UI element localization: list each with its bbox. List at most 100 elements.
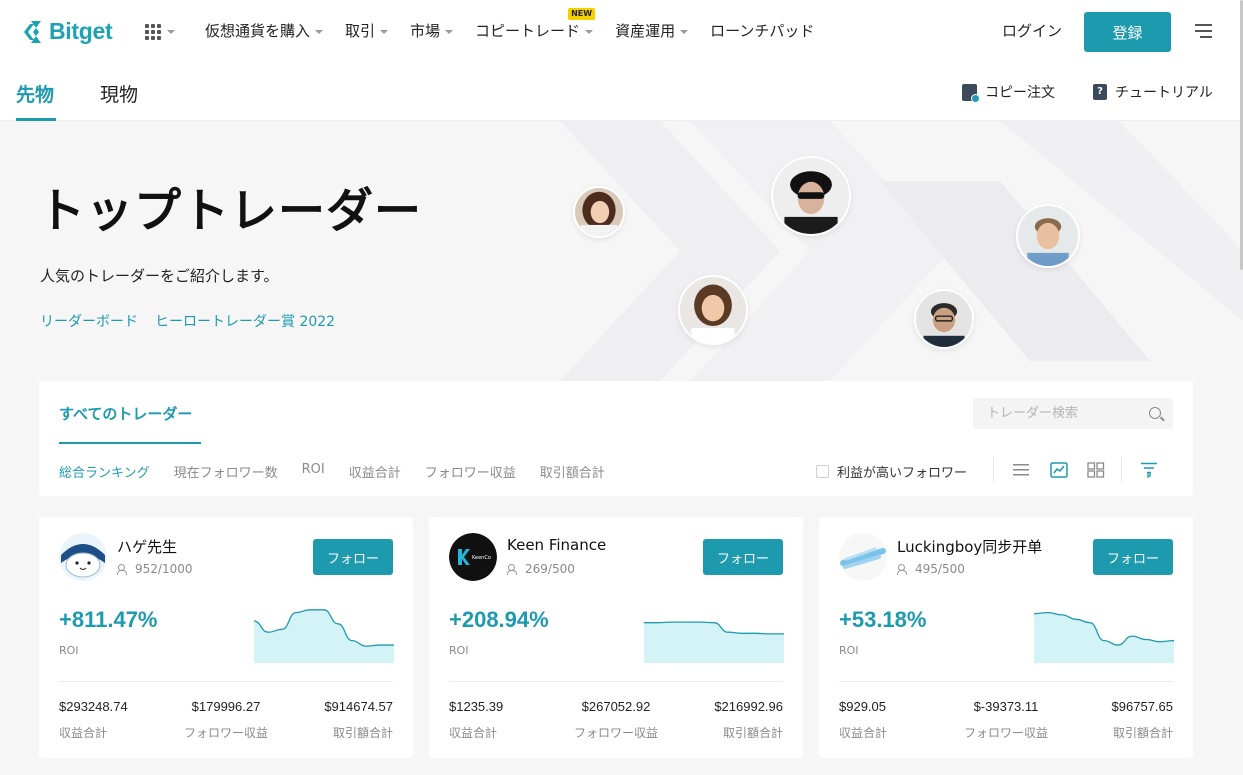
trading-volume-value: $914674.57 (324, 699, 393, 714)
divider (993, 458, 994, 482)
high-profit-followers-filter[interactable]: 利益が高いフォロワー (816, 462, 967, 481)
chevron-down-icon (380, 30, 389, 34)
login-link[interactable]: ログイン (1002, 20, 1062, 41)
sort-options: 総合ランキング 現在フォロワー数 ROI 収益合計 フォロワー収益 取引額合計 (59, 462, 629, 481)
follow-button[interactable]: フォロー (313, 539, 393, 575)
sort-overall-ranking[interactable]: 総合ランキング (59, 462, 150, 481)
nav-label: コピートレード (475, 22, 581, 40)
chevron-down-icon (167, 30, 175, 34)
trader-portrait-avatar (1016, 204, 1080, 268)
nav-trade[interactable]: 取引 (345, 20, 389, 41)
trading-volume-value: $216992.96 (714, 699, 783, 714)
trader-portrait-avatar (771, 156, 851, 236)
users-icon (897, 564, 909, 575)
nav-label: 資産運用 (615, 22, 676, 40)
total-profit-label: 収益合計 (839, 726, 888, 740)
tutorial-label: チュートリアル (1115, 85, 1213, 101)
filter-icon[interactable] (1140, 462, 1158, 478)
sort-roi[interactable]: ROI (302, 462, 325, 481)
roi-trend-area (1034, 612, 1174, 663)
top-header: Bitget 仮想通貨を購入 取引 市場 コピートレード NEW 資産運用 ローン… (0, 0, 1243, 62)
grid-view-icon[interactable] (1087, 462, 1105, 478)
bitget-logo-icon (24, 20, 41, 43)
nav-label: 仮想通貨を購入 (205, 22, 311, 40)
chevron-down-icon (445, 30, 454, 34)
tab-futures[interactable]: 先物 (16, 80, 54, 107)
sort-follower-profit[interactable]: フォロワー収益 (425, 462, 516, 481)
follower-profit-label: フォロワー収益 (573, 726, 658, 740)
nav-launchpad[interactable]: ローンチパッド (710, 20, 814, 41)
apps-grid-icon (145, 24, 161, 40)
new-badge: NEW (568, 8, 596, 20)
total-profit-value: $1235.39 (449, 699, 504, 714)
trader-search (973, 398, 1173, 429)
main-nav: 仮想通貨を購入 取引 市場 コピートレード NEW 資産運用 ローンチパッド (205, 8, 836, 41)
roi-label: ROI (59, 644, 79, 657)
roi-value: +208.94% (449, 607, 549, 632)
register-button[interactable]: 登録 (1084, 12, 1171, 52)
sort-total-profit[interactable]: 収益合計 (349, 462, 401, 481)
search-input[interactable] (973, 398, 1143, 429)
trader-name[interactable]: Luckingboy同步开单 (897, 536, 1042, 557)
chart-view-icon[interactable] (1050, 462, 1068, 478)
follower-profit-value: $179996.27 (191, 699, 261, 714)
hero-subtitle: 人気のトレーダーをご紹介します。 (40, 267, 279, 285)
trader-avatar: KeenCo (449, 533, 497, 581)
tab-all-traders[interactable]: すべてのトレーダー (59, 403, 192, 424)
bitget-logo[interactable]: Bitget (22, 18, 113, 45)
divider (59, 681, 393, 682)
trading-volume-label: 取引額合計 (1112, 726, 1173, 740)
divider (449, 681, 783, 682)
nav-label: 市場 (410, 22, 441, 40)
nav-copy-trade[interactable]: コピートレード NEW (475, 8, 596, 41)
sort-followers[interactable]: 現在フォロワー数 (174, 462, 278, 481)
list-view-icon[interactable] (1012, 462, 1030, 478)
checkbox-label: 利益が高いフォロワー (837, 466, 968, 481)
users-icon (507, 564, 519, 575)
trader-card[interactable]: Luckingboy同步开单 495/500 フォロー +53.18% ROI … (819, 517, 1193, 758)
active-tab-indicator (59, 442, 201, 444)
trading-volume-label: 取引額合計 (722, 726, 783, 740)
trader-name[interactable]: ハゲ先生 (117, 536, 177, 557)
tutorial-link[interactable]: ? チュートリアル (1093, 82, 1213, 102)
leaderboard-link[interactable]: リーダーボード (40, 311, 138, 331)
hamburger-menu-icon[interactable] (1195, 24, 1212, 38)
logo-text: Bitget (49, 18, 113, 44)
nav-label: ローンチパッド (710, 22, 815, 40)
chevron-down-icon (680, 30, 689, 34)
trader-name[interactable]: Keen Finance (507, 536, 606, 554)
divider (839, 681, 1173, 682)
checkbox[interactable] (816, 465, 829, 478)
follower-count: 269/500 (507, 562, 575, 576)
trader-portrait-avatar (573, 186, 625, 238)
follower-count: 495/500 (897, 562, 965, 576)
roi-trend-area (254, 609, 394, 663)
follower-profit-value: $267052.92 (581, 699, 651, 714)
nav-buy-crypto[interactable]: 仮想通貨を購入 (205, 20, 324, 41)
users-icon (117, 564, 129, 575)
follow-button[interactable]: フォロー (1093, 539, 1173, 575)
follower-count: 952/1000 (117, 562, 193, 576)
sort-trading-volume[interactable]: 取引額合計 (540, 462, 605, 481)
search-icon[interactable] (1149, 407, 1161, 419)
follow-button[interactable]: フォロー (703, 539, 783, 575)
follower-count-value: 495/500 (915, 562, 965, 576)
tab-spot[interactable]: 現物 (100, 80, 138, 107)
apps-menu[interactable] (145, 24, 175, 40)
roi-trend-chart (254, 609, 394, 663)
copy-order-label: コピー注文 (985, 85, 1055, 101)
chevron-down-icon (585, 30, 594, 34)
trader-portrait-avatar (678, 275, 748, 345)
trader-avatar (839, 533, 887, 581)
nav-earn[interactable]: 資産運用 (615, 20, 689, 41)
roi-label: ROI (839, 644, 859, 657)
roi-trend-chart (1034, 611, 1174, 663)
nav-markets[interactable]: 市場 (410, 20, 454, 41)
total-profit-value: $929.05 (839, 699, 886, 714)
trader-card[interactable]: KeenCo Keen Finance 269/500 フォロー +208.94… (429, 517, 803, 758)
hero-trader-award-link[interactable]: ヒーロートレーダー賞 2022 (155, 311, 335, 331)
copy-order-link[interactable]: コピー注文 (962, 82, 1055, 103)
trader-card[interactable]: ハゲ先生 952/1000 フォロー +811.47% ROI $293248.… (39, 517, 413, 758)
divider (1121, 458, 1122, 482)
chevron-down-icon (315, 30, 324, 34)
